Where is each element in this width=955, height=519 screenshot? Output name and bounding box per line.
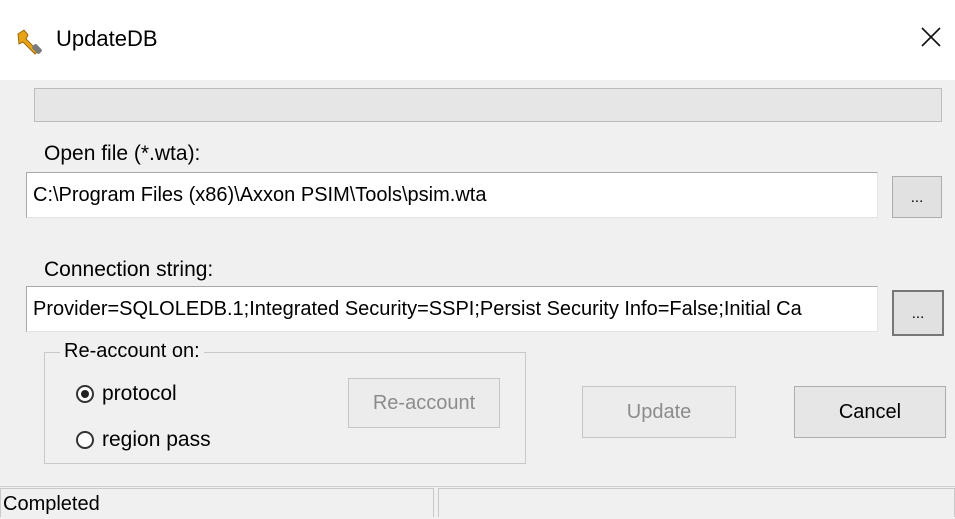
connection-string-label: Connection string: — [44, 258, 214, 281]
wrench-icon — [14, 26, 46, 58]
reaccount-button[interactable]: Re-account — [348, 378, 500, 428]
open-file-label: Open file (*.wta): — [44, 142, 201, 165]
radio-region-pass[interactable]: region pass — [76, 428, 211, 452]
update-button[interactable]: Update — [582, 386, 736, 438]
cancel-button[interactable]: Cancel — [794, 386, 946, 438]
radio-region-pass-label: region pass — [102, 428, 211, 451]
connection-string-input[interactable]: Provider=SQLOLEDB.1;Integrated Security=… — [26, 286, 878, 332]
status-pane-secondary — [438, 488, 955, 517]
radio-protocol-label: protocol — [102, 382, 177, 405]
browse-file-button[interactable]: ... — [892, 176, 942, 218]
radio-unselected-icon — [76, 431, 94, 449]
close-button[interactable] — [911, 18, 951, 62]
close-icon — [920, 26, 942, 54]
radio-selected-icon — [76, 385, 94, 403]
reaccount-group-label: Re-account on: — [60, 340, 204, 363]
browse-connection-button[interactable]: ... — [892, 290, 944, 336]
window-title: UpdateDB — [56, 26, 158, 51]
progress-bar — [34, 88, 942, 122]
open-file-input[interactable]: C:\Program Files (x86)\Axxon PSIM\Tools\… — [26, 172, 878, 218]
title-bar: UpdateDB — [0, 0, 955, 80]
radio-protocol[interactable]: protocol — [76, 382, 177, 406]
status-bar-divider — [0, 486, 955, 487]
status-text: Completed — [0, 488, 434, 517]
